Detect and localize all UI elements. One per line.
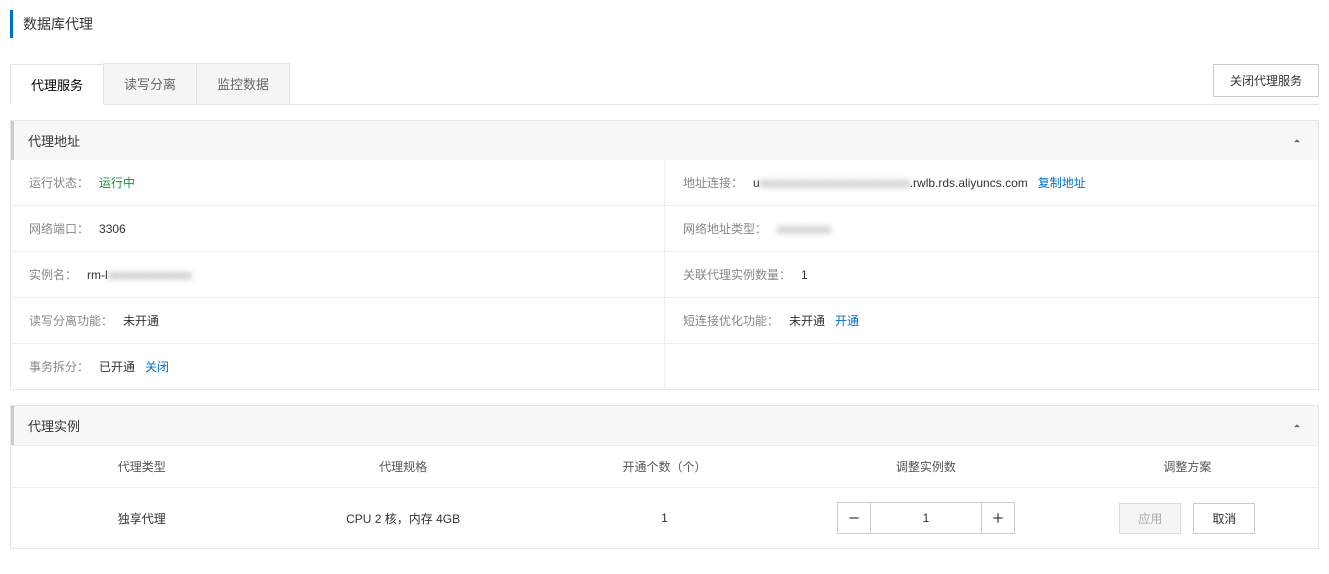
status-label: 运行状态：	[29, 174, 89, 191]
col-count: 开通个数（个）	[534, 458, 795, 475]
quantity-stepper: 1	[826, 502, 1026, 534]
instance-name-value: rm-lxxxxxxxxxxxxxx	[87, 268, 192, 282]
tx-split-value: 已开通	[99, 358, 135, 375]
address-suffix: .rwlb.rds.aliyuncs.com	[910, 176, 1028, 190]
chevron-up-icon	[1290, 419, 1304, 433]
tab-bar: 代理服务 读写分离 监控数据 关闭代理服务	[10, 63, 1319, 105]
panel-proxy-address: 代理地址 运行状态： 运行中 地址连接： uxxxxxxxxxxxxxxxxxx…	[10, 120, 1319, 390]
assoc-count-cell: 关联代理实例数量： 1	[664, 252, 1318, 297]
chevron-up-icon	[1290, 134, 1304, 148]
tx-split-label: 事务拆分：	[29, 358, 89, 375]
short-conn-open-link[interactable]: 开通	[835, 312, 859, 329]
rw-split-label: 读写分离功能：	[29, 312, 113, 329]
net-type-value: xxxxxxxxx	[777, 222, 831, 236]
col-plan: 调整方案	[1057, 458, 1318, 475]
cell-count: 1	[534, 511, 795, 525]
assoc-count-label: 关联代理实例数量：	[683, 266, 791, 283]
rw-split-cell: 读写分离功能： 未开通	[11, 298, 664, 343]
plus-icon	[991, 511, 1005, 525]
assoc-count-value: 1	[801, 268, 808, 282]
tab-monitor[interactable]: 监控数据	[196, 63, 290, 104]
copy-address-link[interactable]: 复制地址	[1038, 174, 1086, 191]
status-cell: 运行状态： 运行中	[11, 160, 664, 205]
address-hidden: xxxxxxxxxxxxxxxxxxxxxxxxx	[760, 176, 910, 190]
cell-spec: CPU 2 核，内存 4GB	[272, 510, 533, 527]
short-conn-label: 短连接优化功能：	[683, 312, 779, 329]
tx-split-close-link[interactable]: 关闭	[145, 358, 169, 375]
port-cell: 网络端口： 3306	[11, 206, 664, 251]
net-type-label: 网络地址类型：	[683, 220, 767, 237]
rw-split-value: 未开通	[123, 312, 159, 329]
apply-button[interactable]: 应用	[1119, 503, 1181, 534]
plus-button[interactable]	[981, 502, 1015, 534]
instance-name-label: 实例名：	[29, 266, 77, 283]
cell-type: 独享代理	[11, 510, 272, 527]
page-title: 数据库代理	[10, 10, 1319, 38]
instance-hidden: xxxxxxxxxxxxxx	[108, 268, 192, 282]
table-row: 独享代理 CPU 2 核，内存 4GB 1 1	[11, 487, 1318, 548]
cancel-button[interactable]: 取消	[1193, 503, 1255, 534]
minus-button[interactable]	[837, 502, 871, 534]
close-proxy-button[interactable]: 关闭代理服务	[1213, 64, 1319, 97]
address-value: uxxxxxxxxxxxxxxxxxxxxxxxxx.rwlb.rds.aliy…	[753, 176, 1028, 190]
port-value: 3306	[99, 222, 126, 236]
panel-proxy-instance-title: 代理实例	[28, 416, 80, 435]
col-type: 代理类型	[11, 458, 272, 475]
tx-split-cell: 事务拆分： 已开通 关闭	[11, 344, 664, 389]
short-conn-cell: 短连接优化功能： 未开通 开通	[664, 298, 1318, 343]
tab-proxy-service[interactable]: 代理服务	[10, 64, 104, 105]
short-conn-value: 未开通	[789, 312, 825, 329]
panel-proxy-address-header[interactable]: 代理地址	[11, 121, 1318, 160]
panel-proxy-address-title: 代理地址	[28, 131, 80, 150]
panel-proxy-instance-header[interactable]: 代理实例	[11, 406, 1318, 445]
address-label: 地址连接：	[683, 174, 743, 191]
instance-prefix: rm-l	[87, 268, 108, 282]
cell-plan: 应用 取消	[1057, 503, 1318, 534]
stepper-value: 1	[871, 502, 981, 534]
port-label: 网络端口：	[29, 220, 89, 237]
address-cell: 地址连接： uxxxxxxxxxxxxxxxxxxxxxxxxx.rwlb.rd…	[664, 160, 1318, 205]
empty-cell	[664, 344, 1318, 389]
panel-proxy-instance: 代理实例 代理类型 代理规格 开通个数（个） 调整实例数 调整方案 独享代理 C…	[10, 405, 1319, 549]
tab-rw-split[interactable]: 读写分离	[103, 63, 197, 104]
cell-adjust: 1	[795, 502, 1056, 534]
status-value: 运行中	[99, 174, 135, 191]
address-prefix: u	[753, 176, 760, 190]
col-adjust: 调整实例数	[795, 458, 1056, 475]
table-header: 代理类型 代理规格 开通个数（个） 调整实例数 调整方案	[11, 445, 1318, 487]
minus-icon	[847, 511, 861, 525]
instance-name-cell: 实例名： rm-lxxxxxxxxxxxxxx	[11, 252, 664, 297]
col-spec: 代理规格	[272, 458, 533, 475]
net-type-cell: 网络地址类型： xxxxxxxxx	[664, 206, 1318, 251]
